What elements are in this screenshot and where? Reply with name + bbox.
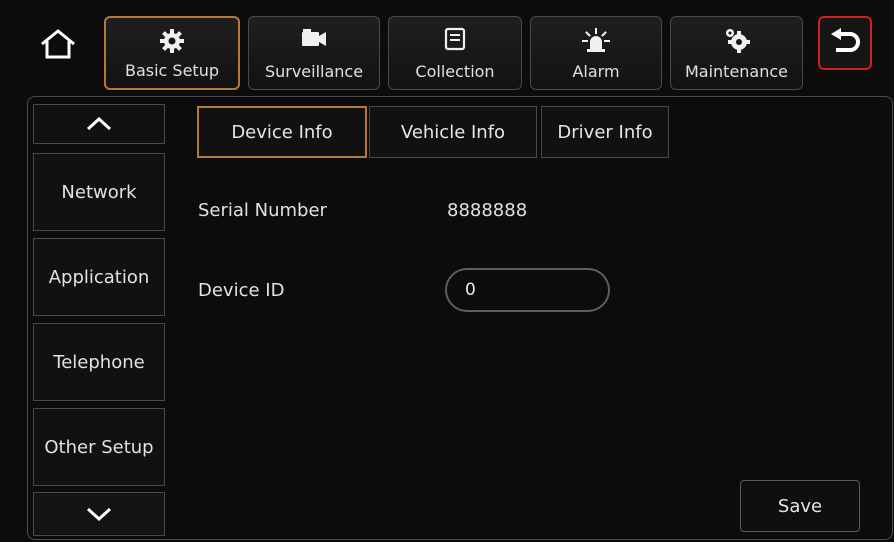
sidebar-item-other-setup[interactable]: Other Setup [33,408,165,486]
subtab-label: Device Info [231,121,333,143]
device-id-value: 0 [465,280,476,300]
gear-icon [160,29,184,53]
subtab-label: Vehicle Info [400,121,506,143]
home-icon [41,29,75,59]
home-button[interactable] [33,22,83,66]
tab-driver-info[interactable]: Driver Info [541,106,669,158]
top-navigation: Basic Setup Surveillance Collection Alar… [0,0,894,96]
serial-number-value: 8888888 [447,200,528,221]
tab-label: Surveillance [264,62,364,81]
chevron-down-icon [86,507,112,521]
tab-basic-setup[interactable]: Basic Setup [104,16,240,90]
sidebar-item-network[interactable]: Network [33,153,165,231]
save-button[interactable]: Save [740,480,860,532]
tab-label: Maintenance [684,62,789,81]
save-button-label: Save [777,495,823,517]
subtab-label: Driver Info [557,121,653,143]
alarm-light-icon [582,28,610,52]
back-button[interactable] [818,16,872,70]
sidebar-item-telephone[interactable]: Telephone [33,323,165,401]
tab-vehicle-info[interactable]: Vehicle Info [369,106,537,158]
gears-icon [725,29,750,53]
sidebar-item-label: Network [61,181,137,203]
tab-collection[interactable]: Collection [388,16,522,90]
tab-label: Alarm [572,62,620,81]
sidebar-item-label: Telephone [53,351,145,373]
chevron-up-icon [86,117,112,131]
tab-label: Basic Setup [124,61,219,80]
sidebar-item-application[interactable]: Application [33,238,165,316]
camera-icon [302,29,326,46]
device-id-input[interactable]: 0 [445,268,610,312]
document-icon [444,27,466,51]
tab-maintenance[interactable]: Maintenance [670,16,803,90]
sidebar-item-label: Application [48,266,150,288]
sidebar-item-label: Other Setup [44,436,154,458]
tab-surveillance[interactable]: Surveillance [248,16,380,90]
tab-alarm[interactable]: Alarm [530,16,662,90]
device-id-label: Device ID [198,280,285,301]
serial-number-label: Serial Number [198,200,327,221]
tab-device-info[interactable]: Device Info [197,106,367,158]
back-arrow-icon [831,28,860,52]
tab-label: Collection [415,62,495,81]
scroll-up-button[interactable] [33,104,165,144]
scroll-down-button[interactable] [33,492,165,536]
